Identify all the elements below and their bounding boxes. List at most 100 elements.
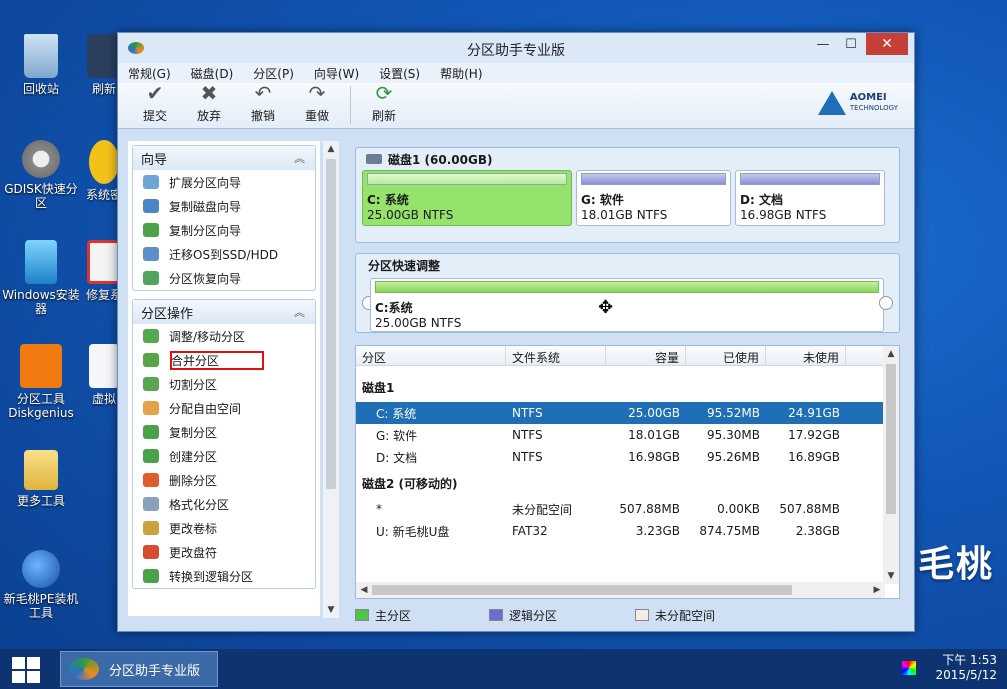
- diskgenius-icon: [20, 344, 62, 388]
- wizard-recover-partition[interactable]: 分区恢复向导: [133, 266, 315, 290]
- item-label: 复制分区: [169, 425, 218, 440]
- item-label: 转换到逻辑分区: [169, 569, 254, 584]
- cell: 2.38GB: [795, 524, 840, 538]
- partition-block-c[interactable]: C: 系统 25.00GB NTFS: [362, 170, 572, 226]
- cell: 25.00GB: [628, 406, 680, 420]
- table-vertical-scrollbar[interactable]: ▲ ▼: [883, 346, 899, 584]
- collapse-icon[interactable]: ︽: [294, 304, 305, 320]
- menu-settings[interactable]: 设置(S): [379, 65, 420, 82]
- refresh-button[interactable]: ⟳ 刷新: [357, 81, 411, 128]
- cell: 16.98GB: [628, 450, 680, 464]
- op-allocate-free[interactable]: 分配自由空间: [133, 396, 315, 420]
- app-window: 分区助手专业版 — ☐ ✕ 常规(G) 磁盘(D) 分区(P) 向导(W) 设置…: [117, 32, 915, 632]
- discard-button[interactable]: ✖ 放弃: [182, 81, 236, 128]
- title-bar[interactable]: 分区助手专业版 — ☐ ✕: [118, 33, 914, 63]
- partition-name: G: 软件: [581, 193, 624, 207]
- usage-bar: [581, 173, 726, 185]
- item-label: 创建分区: [169, 449, 218, 464]
- scroll-thumb[interactable]: [372, 585, 792, 595]
- op-delete[interactable]: 删除分区: [133, 468, 315, 492]
- minimize-button[interactable]: —: [808, 33, 838, 55]
- table-horizontal-scrollbar[interactable]: ◀ ▶: [356, 582, 885, 598]
- partition-block-g[interactable]: G: 软件 18.01GB NTFS: [576, 170, 731, 226]
- close-button[interactable]: ✕: [866, 33, 908, 55]
- scroll-thumb[interactable]: [326, 159, 336, 489]
- disk1-label: 磁盘1: [362, 380, 395, 395]
- table-row[interactable]: C: 系统 NTFS 25.00GB 95.52MB 24.91GB: [356, 402, 885, 424]
- menu-disk[interactable]: 磁盘(D): [191, 65, 234, 82]
- scroll-left-icon[interactable]: ◀: [356, 582, 372, 598]
- submit-button[interactable]: ✔ 提交: [128, 81, 182, 128]
- tray-display-icon[interactable]: [902, 661, 916, 675]
- desktop-icon-label: 虚拟: [91, 392, 116, 406]
- op-resize-move[interactable]: 调整/移动分区: [133, 324, 315, 348]
- table-row[interactable]: U: 新毛桃U盘 FAT32 3.23GB 874.75MB 2.38GB: [356, 520, 899, 542]
- usage-bar: [740, 173, 880, 185]
- desktop-icon-more-tools[interactable]: 更多工具: [0, 450, 82, 508]
- aomei-logo: AOMEI TECHNOLOGY: [817, 91, 898, 115]
- partition-block-d[interactable]: D: 文档 16.98GB NTFS: [735, 170, 885, 226]
- table-row[interactable]: * 未分配空间 507.88MB 0.00KB 507.88MB: [356, 498, 899, 520]
- wizard-copy-disk[interactable]: 复制磁盘向导: [133, 194, 315, 218]
- menu-help[interactable]: 帮助(H): [440, 65, 482, 82]
- taskbar: 分区助手专业版 下午 1:53 2015/5/12: [0, 649, 1007, 689]
- extend-icon: [143, 175, 159, 189]
- cell: 507.88MB: [779, 502, 840, 516]
- op-merge[interactable]: 合并分区: [133, 348, 315, 372]
- collapse-icon[interactable]: ︽: [294, 150, 305, 166]
- scroll-down-icon[interactable]: ▼: [883, 568, 899, 584]
- wizard-header[interactable]: 向导 ︽: [133, 146, 315, 170]
- item-label: 更改盘符: [169, 545, 218, 560]
- scroll-up-icon[interactable]: ▲: [883, 346, 899, 362]
- col-unused[interactable]: 未使用: [766, 346, 846, 365]
- wizard-migrate-os[interactable]: 迁移OS到SSD/HDD: [133, 242, 315, 266]
- op-split[interactable]: 切割分区: [133, 372, 315, 396]
- scroll-right-icon[interactable]: ▶: [869, 582, 885, 598]
- menu-general[interactable]: 常规(G): [128, 65, 171, 82]
- system-clock[interactable]: 下午 1:53 2015/5/12: [935, 653, 997, 683]
- op-create[interactable]: 创建分区: [133, 444, 315, 468]
- cell: C: 系统: [376, 406, 417, 421]
- cell: 未分配空间: [512, 502, 573, 517]
- redo-button[interactable]: ↷ 重做: [290, 81, 344, 128]
- maximize-button[interactable]: ☐: [836, 33, 866, 55]
- start-button[interactable]: [12, 657, 40, 683]
- left-panel-scrollbar[interactable]: ▲ ▼: [323, 141, 339, 618]
- cell: G: 软件: [376, 428, 418, 443]
- col-filesystem[interactable]: 文件系统: [506, 346, 606, 365]
- table-row[interactable]: D: 文档 NTFS 16.98GB 95.26MB 16.89GB: [356, 446, 899, 468]
- op-copy[interactable]: 复制分区: [133, 420, 315, 444]
- undo-button[interactable]: ↶ 撤销: [236, 81, 290, 128]
- table-row[interactable]: G: 软件 NTFS 18.01GB 95.30MB 17.92GB: [356, 424, 899, 446]
- resize-icon: [143, 329, 159, 343]
- usage-bar: [367, 173, 567, 185]
- op-change-label[interactable]: 更改卷标: [133, 516, 315, 540]
- op-format[interactable]: 格式化分区: [133, 492, 315, 516]
- menu-partition[interactable]: 分区(P): [253, 65, 294, 82]
- cell: 95.30MB: [707, 428, 760, 442]
- col-capacity[interactable]: 容量: [606, 346, 686, 365]
- col-partition[interactable]: 分区: [356, 346, 506, 365]
- desktop-icon-xmt-pe[interactable]: 新毛桃PE装机工具: [0, 550, 82, 620]
- copy-disk-icon: [143, 199, 159, 213]
- resize-handle-right[interactable]: [879, 296, 893, 310]
- col-used[interactable]: 已使用: [686, 346, 766, 365]
- scroll-thumb[interactable]: [886, 364, 896, 514]
- gear-icon: [22, 140, 60, 178]
- scroll-up-icon[interactable]: ▲: [323, 141, 339, 157]
- wizard-extend-partition[interactable]: 扩展分区向导: [133, 170, 315, 194]
- scroll-down-icon[interactable]: ▼: [323, 602, 339, 618]
- wizard-copy-partition[interactable]: 复制分区向导: [133, 218, 315, 242]
- legend-label: 逻辑分区: [509, 608, 558, 623]
- legend-unallocated: 未分配空间: [635, 607, 715, 624]
- cell: FAT32: [512, 524, 548, 538]
- op-convert-logical[interactable]: 转换到逻辑分区: [133, 564, 315, 588]
- windows-logo-icon: [27, 657, 40, 669]
- op-change-letter[interactable]: 更改盘符: [133, 540, 315, 564]
- partition-ops-header[interactable]: 分区操作 ︽: [133, 300, 315, 324]
- quick-adjust-partition[interactable]: C:系统 25.00GB NTFS: [370, 278, 884, 332]
- taskbar-app-partition-assistant[interactable]: 分区助手专业版: [60, 651, 218, 687]
- left-panel: 向导 ︽ 扩展分区向导 复制磁盘向导 复制分区向导 迁移OS到SSD/HDD 分…: [128, 141, 320, 616]
- menu-wizard[interactable]: 向导(W): [314, 65, 359, 82]
- usage-bar: [375, 281, 879, 293]
